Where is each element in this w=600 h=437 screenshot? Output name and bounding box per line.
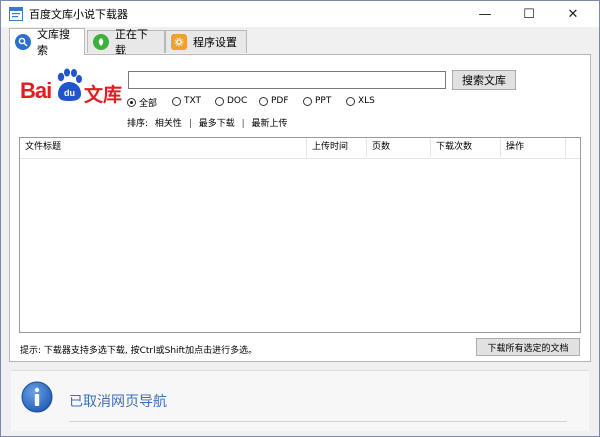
- maximize-icon: ☐: [523, 6, 535, 22]
- logo-du-text: du: [64, 88, 75, 98]
- radio-checked-icon: [127, 98, 136, 107]
- baidu-paw-icon: du: [57, 68, 82, 101]
- radio-unchecked-icon: [259, 96, 268, 106]
- sort-options: 排序: 相关性 | 最多下载 | 最新上传: [127, 116, 288, 129]
- format-label: TXT: [184, 96, 202, 106]
- download-tab-icon: [93, 34, 109, 50]
- column-header-download-count[interactable]: 下载次数: [431, 138, 501, 157]
- results-table[interactable]: 文件标题 上传时间 页数 下载次数 操作: [19, 137, 581, 333]
- table-header: 文件标题 上传时间 页数 下载次数 操作: [20, 138, 580, 159]
- info-icon: [21, 381, 53, 413]
- minimize-button[interactable]: —: [463, 1, 507, 27]
- radio-unchecked-icon: [346, 96, 355, 106]
- column-header-upload-time[interactable]: 上传时间: [307, 138, 367, 157]
- search-panel: Bai du 文库 搜索文库 全部 TXT DOC PDF PPT XLS 排序…: [9, 54, 591, 362]
- format-radio-txt[interactable]: TXT: [172, 96, 201, 106]
- column-header-title[interactable]: 文件标题: [20, 138, 307, 157]
- sort-separator: |: [241, 119, 245, 129]
- close-button[interactable]: ✕: [551, 1, 595, 27]
- sort-most-downloaded-link[interactable]: 最多下载: [199, 116, 235, 129]
- download-selected-button[interactable]: 下载所有选定的文档: [476, 338, 580, 356]
- settings-tab-icon: [171, 34, 187, 50]
- sort-separator: |: [188, 119, 192, 129]
- window-title: 百度文库小说下载器: [29, 8, 128, 21]
- multi-select-hint: 提示: 下载器支持多选下载, 按Ctrl或Shift加点击进行多选。: [20, 346, 258, 356]
- logo-bai-text: Bai: [20, 78, 52, 103]
- format-label: DOC: [227, 96, 248, 106]
- tab-library-search[interactable]: 文库搜索: [9, 28, 85, 57]
- column-header-pages[interactable]: 页数: [367, 138, 431, 157]
- maximize-button[interactable]: ☐: [507, 1, 551, 27]
- format-radio-all[interactable]: 全部: [127, 96, 157, 109]
- format-radio-ppt[interactable]: PPT: [303, 96, 331, 106]
- navigation-cancelled-message: 已取消网页导航: [69, 394, 167, 410]
- baidu-wenku-logo: Bai du 文库: [20, 68, 128, 106]
- radio-unchecked-icon: [215, 96, 224, 106]
- download-selected-label: 下载所有选定的文档: [487, 343, 569, 354]
- format-radio-doc[interactable]: DOC: [215, 96, 247, 106]
- search-input[interactable]: [128, 71, 446, 89]
- title-bar: 百度文库小说下载器 — ☐ ✕: [1, 1, 599, 27]
- divider: [69, 421, 567, 422]
- app-window: 百度文库小说下载器 — ☐ ✕ 文库搜索 正在下载 程序设置 Bai du 文库…: [0, 0, 600, 437]
- tab-settings[interactable]: 程序设置: [165, 30, 247, 53]
- format-label: 全部: [139, 99, 158, 109]
- tab-downloading[interactable]: 正在下载: [87, 28, 165, 57]
- search-library-button[interactable]: 搜索文库: [452, 70, 516, 90]
- format-label: XLS: [358, 96, 375, 106]
- logo-wenku-text: 文库: [84, 85, 123, 106]
- search-tab-icon: [15, 34, 31, 50]
- tab-label: 程序设置: [193, 36, 237, 49]
- column-header-action[interactable]: 操作: [501, 138, 566, 157]
- tab-label: 文库搜索: [37, 28, 70, 57]
- format-label: PPT: [315, 96, 332, 106]
- format-label: PDF: [271, 96, 289, 106]
- tab-strip: 文库搜索 正在下载 程序设置: [9, 28, 595, 57]
- format-radio-xls[interactable]: XLS: [346, 96, 375, 106]
- minimize-icon: —: [478, 6, 492, 22]
- radio-unchecked-icon: [172, 96, 181, 106]
- format-radio-pdf[interactable]: PDF: [259, 96, 289, 106]
- close-icon: ✕: [567, 6, 579, 22]
- sort-label: 排序:: [127, 119, 149, 129]
- sort-newest-link[interactable]: 最新上传: [252, 116, 288, 129]
- search-button-label: 搜索文库: [462, 74, 506, 87]
- navigation-info-bar: 已取消网页导航: [11, 370, 589, 431]
- sort-relevance-link[interactable]: 相关性: [155, 116, 182, 129]
- app-window-icon: [9, 7, 23, 21]
- radio-unchecked-icon: [303, 96, 312, 106]
